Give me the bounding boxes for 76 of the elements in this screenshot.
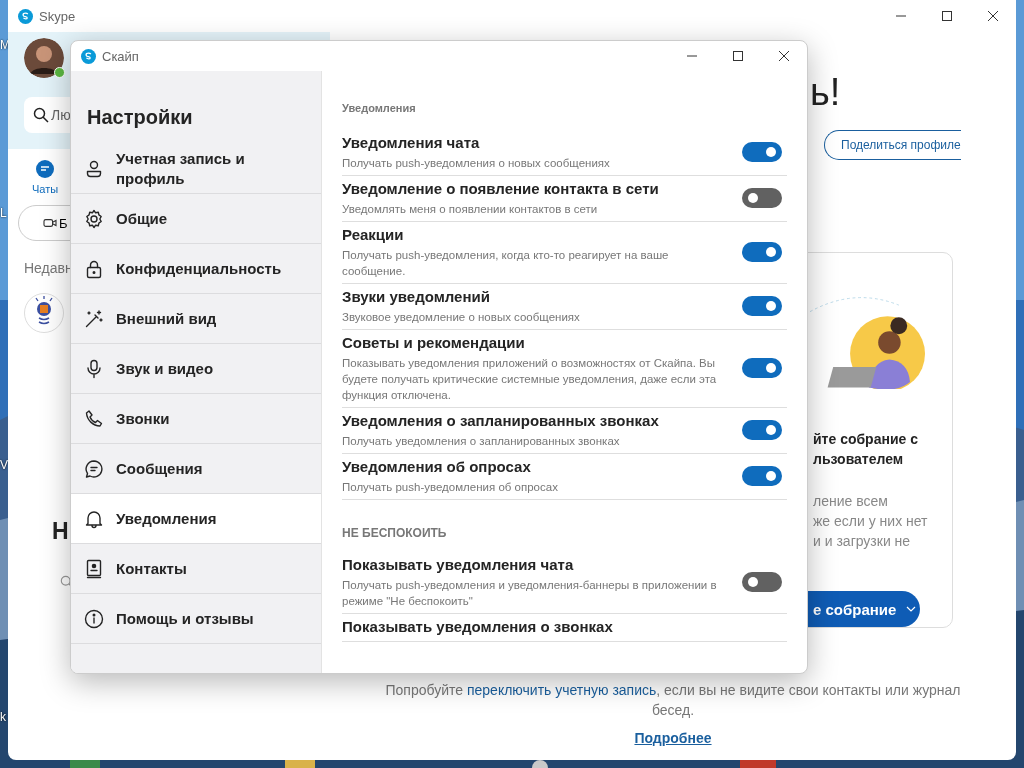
bell-icon — [84, 508, 104, 529]
settings-nav-item[interactable]: Помощь и отзывы — [71, 594, 321, 644]
toggle-switch[interactable] — [742, 242, 782, 262]
settings-heading: Настройки — [86, 105, 194, 130]
toggle-switch[interactable] — [742, 572, 782, 592]
card-title: льзователем — [813, 450, 904, 470]
setting-title: Звуки уведомлений — [342, 287, 491, 307]
settings-nav-item[interactable]: Звонки — [71, 394, 321, 444]
settings-nav-item[interactable]: Контакты — [71, 544, 321, 594]
card-text: ление всем — [813, 492, 888, 512]
desktop-icon-label[interactable]: V — [0, 458, 8, 472]
skype-logo-icon — [18, 8, 33, 24]
setting-title: Показывать уведомления чата — [342, 555, 575, 575]
settings-nav-item[interactable]: Учетная запись и профиль — [71, 144, 321, 194]
search-icon — [33, 107, 49, 123]
setting-description: Звуковое уведомление о новых сообщениях — [342, 310, 581, 325]
footer-text: Попробуйте переключить учетную запись, если вы не видите свои контакты или журнал бесед. — [384, 681, 962, 720]
contact-book-icon — [84, 558, 104, 579]
taskbar-icons-drawing[interactable] — [70, 760, 776, 768]
setting-description: Получать уведомления о запланированных звонках — [342, 434, 621, 449]
toggle-switch[interactable] — [742, 296, 782, 316]
magic-wand-icon — [84, 308, 104, 329]
card-text: же если у них нет — [813, 512, 928, 532]
settings-nav-item[interactable]: Уведомления — [71, 494, 321, 544]
setting-description: Получать push-уведомления и уведомления-баннеры в приложении в режиме "Не беспокоить" — [342, 578, 718, 609]
settings-icon — [84, 208, 104, 229]
close-icon — [987, 10, 999, 22]
setting-title: Уведомления об опросах — [342, 457, 532, 477]
settings-nav-item[interactable]: Звук и видео — [71, 344, 321, 394]
setting-description: Показывать уведомления приложений о возможностях от Скайпа. Вы будете получать критические системные уведомления, даже если эта функция отключена. — [342, 356, 718, 403]
microphone-icon — [84, 358, 104, 379]
close-icon — [778, 50, 790, 62]
toggle-switch[interactable] — [742, 188, 782, 208]
setting-title: Реакции — [342, 225, 405, 245]
section-heading: НЕ БЕСПОКОИТЬ — [342, 526, 448, 540]
section-heading: Уведомления — [342, 102, 417, 114]
setting-description: Уведомлять меня о появлении контактов в сети — [342, 202, 599, 217]
window-title: Skype — [39, 8, 76, 24]
toggle-switch[interactable] — [742, 358, 782, 378]
setting-title: Уведомления чата — [342, 133, 481, 153]
setting-title: Уведомления о запланированных звонках — [342, 411, 660, 431]
card-text: и и загрузки не — [813, 532, 911, 552]
skype-logo-icon — [81, 48, 96, 64]
lock-icon — [84, 258, 104, 279]
maximize-icon — [732, 50, 744, 62]
setting-title: Уведомление о появление контакта в сети — [342, 179, 660, 199]
chat-avatar[interactable] — [24, 293, 64, 333]
chat-bubble-icon — [84, 458, 104, 479]
share-profile-button[interactable]: Поделиться профиле — [824, 130, 961, 160]
window-title: Скайп — [102, 48, 139, 64]
learn-more-link[interactable]: Подробнее — [634, 730, 712, 746]
settings-nav-item[interactable]: Конфиденциальность — [71, 244, 321, 294]
settings-nav-item[interactable]: Общие — [71, 194, 321, 244]
user-avatar[interactable] — [24, 38, 64, 78]
chats-tab[interactable]: Чаты — [32, 159, 59, 195]
maximize-icon — [941, 10, 953, 22]
greeting-heading: ь! — [810, 72, 841, 112]
person-icon — [84, 158, 104, 179]
card-title: йте собрание с — [813, 430, 918, 450]
desktop-icon-label[interactable]: M — [0, 38, 10, 52]
setting-title: Советы и рекомендации — [342, 333, 526, 353]
toggle-switch[interactable] — [742, 420, 782, 440]
settings-nav-item[interactable]: Внешний вид — [71, 294, 321, 344]
desktop-icon-label[interactable]: k — [0, 710, 6, 724]
video-camera-icon — [43, 217, 57, 229]
toggle-switch[interactable] — [742, 142, 782, 162]
setting-description: Получать push-уведомления, когда кто-то реагирует на ваше сообщение. — [342, 248, 670, 279]
setting-title: Показывать уведомления о звонках — [342, 617, 614, 637]
caret-icon — [906, 606, 917, 613]
setting-description: Получать push-уведомления об опросах — [342, 480, 559, 495]
toggle-switch[interactable] — [742, 466, 782, 486]
setting-description: Получать push-уведомления о новых сообщениях — [342, 156, 611, 171]
empty-state-heading: Н — [52, 518, 69, 545]
chat-bubble-icon — [35, 159, 56, 179]
info-icon — [84, 608, 104, 629]
phone-icon — [84, 408, 104, 429]
